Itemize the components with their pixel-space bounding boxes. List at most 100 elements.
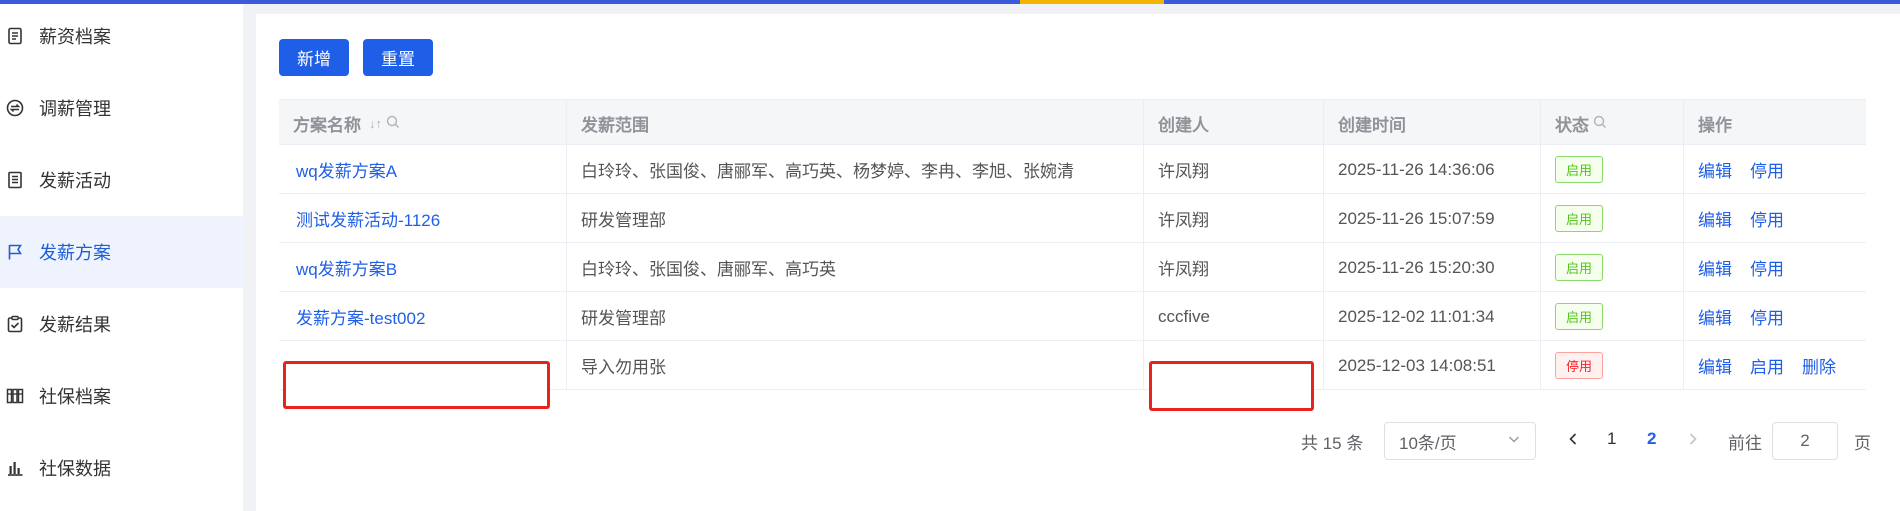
- scope-cell: 白玲玲、张国俊、唐郦军、高巧英、杨梦婷、李冉、李旭、张婉清: [567, 145, 1144, 194]
- col-header-name: 方案名称 ↓↑: [279, 100, 567, 146]
- status-badge: 启用: [1555, 303, 1604, 330]
- sort-icon[interactable]: ↓↑: [369, 116, 382, 131]
- add-button[interactable]: 新增: [279, 39, 349, 76]
- sidebar-item-label: 发薪结果: [39, 315, 111, 335]
- creator-cell: cccfive: [1144, 292, 1324, 341]
- col-header-name-label: 方案名称: [293, 115, 361, 135]
- col-header-status-label: 状态: [1555, 115, 1589, 135]
- edit-link[interactable]: 编辑: [1698, 255, 1732, 280]
- plan-name-link[interactable]: wq发薪方案B: [279, 243, 567, 292]
- columns-icon: [5, 386, 25, 406]
- disable-link[interactable]: 停用: [1750, 255, 1784, 280]
- file-list-icon: [5, 26, 25, 46]
- sidebar-item-label: 薪资档案: [39, 27, 111, 47]
- sidebar-item-social-archive[interactable]: 社保档案: [0, 360, 243, 432]
- creator-cell: 许凤翔: [1144, 194, 1324, 243]
- sidebar-item-label: 发薪方案: [39, 243, 111, 263]
- page-number[interactable]: 1: [1607, 429, 1616, 449]
- status-cell: 启用: [1541, 145, 1684, 194]
- col-header-scope: 发薪范围: [567, 100, 1144, 146]
- plan-name-link[interactable]: 测试发薪活动-1126: [279, 194, 567, 243]
- actions-cell: 编辑 停用: [1684, 243, 1866, 292]
- plan-name-link[interactable]: 发薪方案-test002: [279, 292, 567, 341]
- table-row: 发薪方案-test002 研发管理部 cccfive 2025-12-02 11…: [279, 292, 1866, 341]
- col-header-creator: 创建人: [1144, 100, 1324, 146]
- created-at-cell: 2025-11-26 14:36:06: [1324, 145, 1541, 194]
- col-header-created-at: 创建时间: [1324, 100, 1541, 146]
- table-row: wq发薪方案A 白玲玲、张国俊、唐郦军、高巧英、杨梦婷、李冉、李旭、张婉清 许凤…: [279, 145, 1866, 194]
- sidebar-item-label: 调薪管理: [39, 99, 111, 119]
- status-badge: 启用: [1555, 156, 1604, 183]
- search-icon[interactable]: [386, 115, 400, 132]
- jump-prefix: 前往: [1728, 434, 1762, 453]
- actions-cell: 编辑 停用: [1684, 145, 1866, 194]
- reset-button[interactable]: 重置: [363, 39, 433, 76]
- exchange-icon: [5, 98, 25, 118]
- sidebar-item-salary-adjust[interactable]: 调薪管理: [0, 72, 243, 144]
- created-at-cell: 2025-11-26 15:20:30: [1324, 243, 1541, 292]
- scope-cell: 导入勿用张: [567, 341, 1144, 390]
- created-at-cell: 2025-12-03 14:08:51: [1324, 341, 1541, 390]
- chevron-down-icon: [1507, 432, 1521, 449]
- status-cell: 启用: [1541, 194, 1684, 243]
- flag-icon: [5, 242, 25, 262]
- creator-cell: 许凤翔: [1144, 243, 1324, 292]
- top-bar-accent: [1020, 0, 1164, 4]
- creator-cell: 许凤翔: [1144, 145, 1324, 194]
- page-size-select[interactable]: 10条/页: [1384, 422, 1536, 460]
- plan-name-link[interactable]: wq发薪方案A: [279, 145, 567, 194]
- main-content: 新增 重置 方案名称 ↓↑ 发薪范围 创建人 创建时间 状态 操作 wq发薪方案…: [256, 14, 1900, 511]
- sidebar: 薪资档案 调薪管理 发薪活动 发薪方案 发薪结果 社保档案 社保数据: [0, 4, 243, 511]
- created-at-cell: 2025-11-26 15:07:59: [1324, 194, 1541, 243]
- status-cell: 停用: [1541, 341, 1684, 390]
- scope-cell: 白玲玲、张国俊、唐郦军、高巧英: [567, 243, 1144, 292]
- status-badge: 启用: [1555, 205, 1604, 232]
- sidebar-item-pay-plan[interactable]: 发薪方案: [0, 216, 243, 288]
- disable-link[interactable]: 停用: [1750, 206, 1784, 231]
- page-size-value: 10条/页: [1399, 433, 1457, 453]
- delete-link[interactable]: 删除: [1802, 353, 1836, 378]
- jump-suffix: 页: [1854, 434, 1871, 453]
- edit-link[interactable]: 编辑: [1698, 353, 1732, 378]
- enable-link[interactable]: 启用: [1750, 353, 1784, 378]
- actions-cell: 编辑 启用 删除: [1684, 341, 1866, 390]
- table-row: wq发薪方案B 白玲玲、张国俊、唐郦军、高巧英 许凤翔 2025-11-26 1…: [279, 243, 1866, 292]
- sidebar-item-social-data[interactable]: 社保数据: [0, 432, 243, 504]
- sidebar-item-label: 发薪活动: [39, 171, 111, 191]
- prev-page-button[interactable]: [1566, 429, 1580, 454]
- status-cell: 启用: [1541, 243, 1684, 292]
- edit-link[interactable]: 编辑: [1698, 206, 1732, 231]
- sidebar-item-label: 社保档案: [39, 387, 111, 407]
- document-icon: [5, 170, 25, 190]
- col-header-status: 状态: [1541, 100, 1684, 146]
- sidebar-item-salary-archive[interactable]: 薪资档案: [0, 0, 243, 72]
- actions-cell: 编辑 停用: [1684, 292, 1866, 341]
- table-row: 测试发薪活动-1126 研发管理部 许凤翔 2025-11-26 15:07:5…: [279, 194, 1866, 243]
- next-page-button[interactable]: [1686, 429, 1700, 454]
- disable-link[interactable]: 停用: [1750, 157, 1784, 182]
- status-badge: 启用: [1555, 254, 1604, 281]
- search-icon[interactable]: [1593, 115, 1607, 132]
- sidebar-item-label: 社保数据: [39, 459, 111, 479]
- scope-cell: 研发管理部: [567, 194, 1144, 243]
- top-progress-bar: [0, 0, 1900, 4]
- sidebar-item-pay-result[interactable]: 发薪结果: [0, 288, 243, 360]
- created-at-cell: 2025-12-02 11:01:34: [1324, 292, 1541, 341]
- redaction-box: [283, 361, 550, 409]
- status-badge: 停用: [1555, 352, 1604, 379]
- edit-link[interactable]: 编辑: [1698, 157, 1732, 182]
- edit-link[interactable]: 编辑: [1698, 304, 1732, 329]
- col-header-actions: 操作: [1698, 115, 1732, 135]
- table-header: 方案名称 ↓↑ 发薪范围 创建人 创建时间 状态 操作: [279, 99, 1866, 146]
- clipboard-check-icon: [5, 314, 25, 334]
- sidebar-item-pay-activity[interactable]: 发薪活动: [0, 144, 243, 216]
- disable-link[interactable]: 停用: [1750, 304, 1784, 329]
- pagination-total: 共 15 条: [1301, 434, 1364, 453]
- redaction-box: [1149, 361, 1314, 411]
- page-number-current[interactable]: 2: [1647, 429, 1656, 449]
- bar-chart-icon: [5, 458, 25, 478]
- scope-cell: 研发管理部: [567, 292, 1144, 341]
- actions-cell: 编辑 停用: [1684, 194, 1866, 243]
- status-cell: 启用: [1541, 292, 1684, 341]
- page-jump-input[interactable]: [1772, 422, 1838, 460]
